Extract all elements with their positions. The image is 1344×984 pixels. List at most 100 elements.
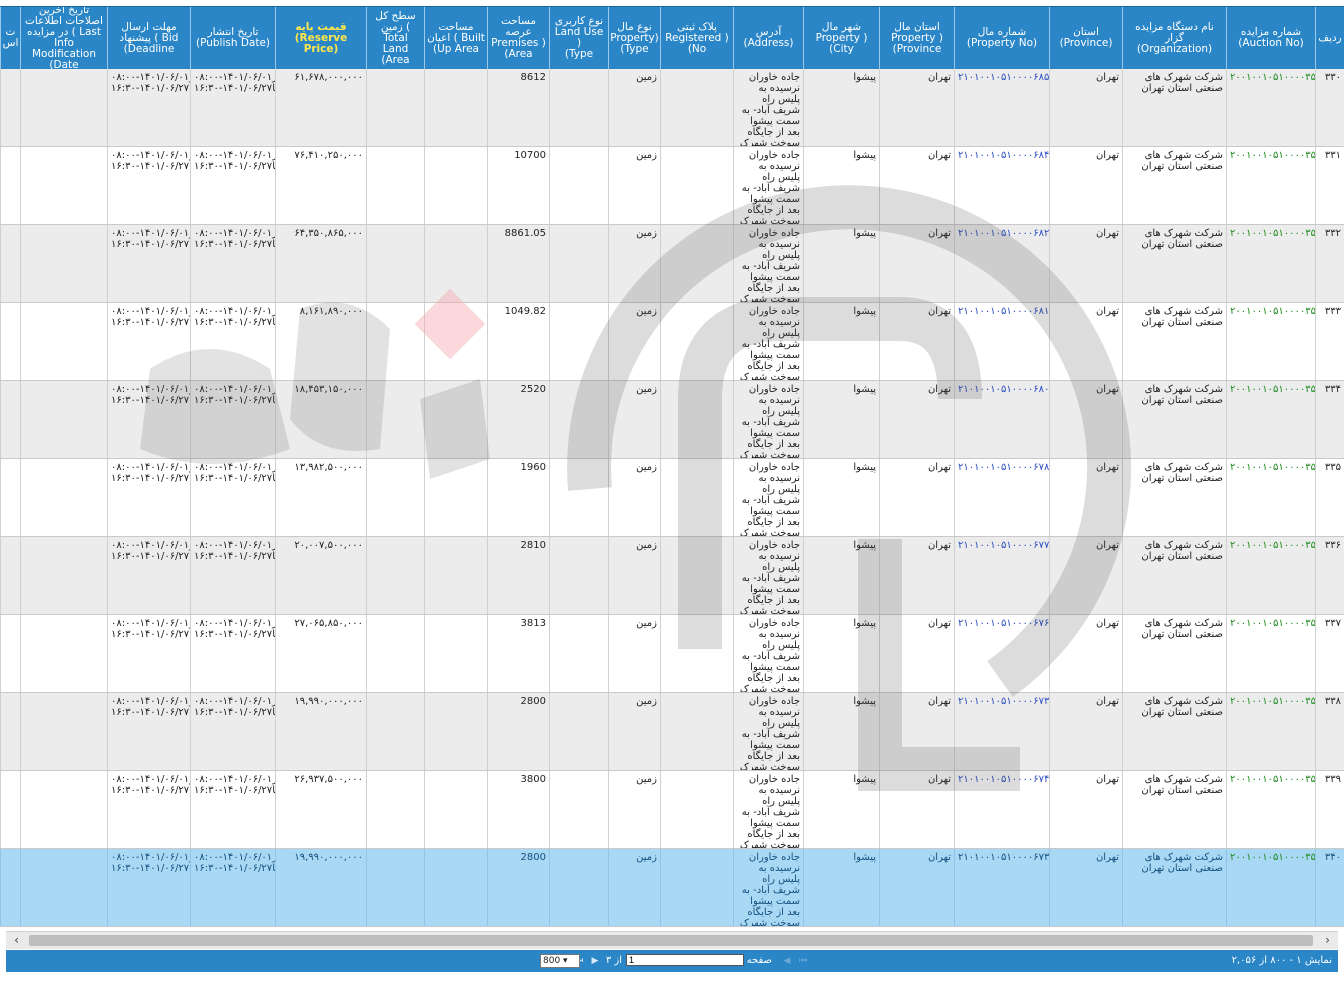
- column-header-row[interactable]: ردیف: [1315, 7, 1344, 69]
- first-page-icon[interactable]: ⏮: [796, 950, 810, 972]
- table-row[interactable]: ۳۳۱ ۲۰۰۱۰۰۱۰۵۱۰۰۰۰۳۵ شرکت شهرک های صنعتی ا…: [0, 147, 1344, 225]
- cell-property-city: پیشوا: [803, 615, 879, 692]
- page-size-value: 800: [543, 956, 561, 966]
- cell-last-modification: [20, 69, 107, 146]
- page-size-select[interactable]: 800 ▾: [540, 954, 580, 968]
- table-row[interactable]: ۳۳۸ ۲۰۰۱۰۰۱۰۵۱۰۰۰۰۳۵ شرکت شهرک های صنعتی ا…: [0, 693, 1344, 771]
- next-page-icon[interactable]: ▶: [588, 950, 602, 972]
- column-header-bid-deadline[interactable]: مهلت ارسال پیشنهاد ( Bid (Deadline: [107, 7, 190, 69]
- cell-property-no: ۲۱۰۱۰۰۱۰۵۱۰۰۰۰۶۸۵: [954, 69, 1049, 146]
- table-row[interactable]: ۳۳۰ ۲۰۰۱۰۰۱۰۵۱۰۰۰۰۳۵ شرکت شهرک های صنعتی ا…: [0, 69, 1344, 147]
- cell-last-modification: [20, 303, 107, 380]
- cell-reserve-price: ۱۳,۹۸۲,۵۰۰,۰۰۰: [275, 459, 366, 536]
- cell-built-up-area: [424, 771, 487, 848]
- cell-extra: [0, 225, 20, 302]
- cell-publish-date: از۱۴۰۱/۰۶/۰۱-۰۸:۰۰ تا۱۴۰۱/۰۶/۲۷-۱۶:۳۰: [190, 615, 275, 692]
- cell-built-up-area: [424, 849, 487, 926]
- cell-built-up-area: [424, 381, 487, 458]
- cell-registered-no: [660, 537, 733, 614]
- table-row[interactable]: ۳۳۳ ۲۰۰۱۰۰۱۰۵۱۰۰۰۰۳۵ شرکت شهرک های صنعتی ا…: [0, 303, 1344, 381]
- column-header-built-up-area[interactable]: مساحت اعیان ( Built (Up Area: [424, 7, 487, 69]
- table-row[interactable]: ۳۳۹ ۲۰۰۱۰۰۱۰۵۱۰۰۰۰۳۵ شرکت شهرک های صنعتی ا…: [0, 771, 1344, 849]
- cell-address: جاده خاوران نرسیده به پلیس راه شریف آباد…: [733, 303, 803, 380]
- column-header-property-city[interactable]: شهر مال Property ) (City: [803, 7, 879, 69]
- cell-property-no: ۲۱۰۱۰۰۱۰۵۱۰۰۰۰۶۷۳: [954, 693, 1049, 770]
- cell-property-city: پیشوا: [803, 849, 879, 926]
- cell-reserve-price: ۶۱,۶۷۸,۰۰۰,۰۰۰: [275, 69, 366, 146]
- cell-built-up-area: [424, 459, 487, 536]
- cell-organization: شرکت شهرک های صنعتی استان تهران: [1122, 147, 1226, 224]
- column-header-land-use-type[interactable]: نوع کاربری Land Use ) (Type: [549, 7, 608, 69]
- prev-page-icon[interactable]: ◀: [780, 950, 794, 972]
- column-header-property-province[interactable]: استان مال Property ) (Province: [879, 7, 954, 69]
- cell-bid-deadline: از۱۴۰۱/۰۶/۰۱-۰۸:۰۰ تا۱۴۰۱/۰۶/۲۷-۱۶:۳۰: [107, 771, 190, 848]
- column-header-auction-no[interactable]: شماره مزایده (Auction No): [1226, 7, 1315, 69]
- cell-row: ۳۳۱: [1315, 147, 1344, 224]
- table-row[interactable]: ۳۳۶ ۲۰۰۱۰۰۱۰۵۱۰۰۰۰۳۵ شرکت شهرک های صنعتی ا…: [0, 537, 1344, 615]
- cell-property-no: ۲۱۰۱۰۰۱۰۵۱۰۰۰۰۶۷۶: [954, 615, 1049, 692]
- scroll-thumb[interactable]: [29, 935, 1313, 946]
- column-header-registered-no[interactable]: پلاک ثبتی Registered ) (No: [660, 7, 733, 69]
- cell-property-type: زمین: [608, 771, 660, 848]
- page-number-input[interactable]: [626, 954, 744, 966]
- grid-header: ردیف شماره مزایده (Auction No) نام دستگاه …: [0, 6, 1344, 70]
- cell-organization: شرکت شهرک های صنعتی استان تهران: [1122, 771, 1226, 848]
- cell-last-modification: [20, 849, 107, 926]
- cell-property-city: پیشوا: [803, 225, 879, 302]
- cell-auction-no: ۲۰۰۱۰۰۱۰۵۱۰۰۰۰۳۵: [1226, 771, 1315, 848]
- cell-built-up-area: [424, 69, 487, 146]
- cell-registered-no: [660, 771, 733, 848]
- cell-province: تهران: [1049, 381, 1122, 458]
- grid-body[interactable]: ۳۳۰ ۲۰۰۱۰۰۱۰۵۱۰۰۰۰۳۵ شرکت شهرک های صنعتی ا…: [0, 69, 1344, 930]
- cell-property-type: زمین: [608, 537, 660, 614]
- cell-land-use-type: [549, 771, 608, 848]
- horizontal-scrollbar[interactable]: ‹ ›: [6, 931, 1338, 949]
- scroll-right-icon[interactable]: ›: [1319, 932, 1336, 949]
- cell-organization: شرکت شهرک های صنعتی استان تهران: [1122, 303, 1226, 380]
- scroll-left-icon[interactable]: ‹: [8, 932, 25, 949]
- column-header-publish-date[interactable]: تاریخ انتشار (Publish Date): [190, 7, 275, 69]
- column-header-province[interactable]: استان (Province): [1049, 7, 1122, 69]
- cell-row: ۳۳۳: [1315, 303, 1344, 380]
- cell-property-no: ۲۱۰۱۰۰۱۰۵۱۰۰۰۰۶۷۳: [954, 849, 1049, 926]
- cell-address: جاده خاوران نرسیده به پلیس راه شریف آباد…: [733, 615, 803, 692]
- cell-property-type: زمین: [608, 225, 660, 302]
- cell-property-type: زمین: [608, 849, 660, 926]
- cell-bid-deadline: از۱۴۰۱/۰۶/۰۱-۰۸:۰۰ تا۱۴۰۱/۰۶/۲۷-۱۶:۳۰: [107, 693, 190, 770]
- cell-built-up-area: [424, 693, 487, 770]
- column-header-organization[interactable]: نام دستگاه مزایده گزار (Organization): [1122, 7, 1226, 69]
- column-header-address[interactable]: آدرس (Address): [733, 7, 803, 69]
- column-header-premises-area[interactable]: مساحت عرصه Premises ) (Area: [487, 7, 549, 69]
- cell-property-province: تهران: [879, 459, 954, 536]
- column-header-last-modification[interactable]: تاریخ آخرین اصلاحات اطلاعات در مزایده ( …: [20, 7, 107, 69]
- cell-registered-no: [660, 693, 733, 770]
- cell-row: ۳۳۴: [1315, 381, 1344, 458]
- column-header-total-land-area[interactable]: سطح کل زمین ( Total Land (Area: [366, 7, 424, 69]
- cell-publish-date: از۱۴۰۱/۰۶/۰۱-۰۸:۰۰ تا۱۴۰۱/۰۶/۲۷-۱۶:۳۰: [190, 303, 275, 380]
- cell-total-land-area: [366, 615, 424, 692]
- cell-property-province: تهران: [879, 147, 954, 224]
- cell-total-land-area: [366, 303, 424, 380]
- cell-extra: [0, 147, 20, 224]
- cell-row: ۳۳۶: [1315, 537, 1344, 614]
- table-row[interactable]: ۳۴۰ ۲۰۰۱۰۰۱۰۵۱۰۰۰۰۳۵ شرکت شهرک های صنعتی ا…: [0, 849, 1344, 927]
- cell-total-land-area: [366, 225, 424, 302]
- cell-last-modification: [20, 693, 107, 770]
- table-row[interactable]: ۳۳۷ ۲۰۰۱۰۰۱۰۵۱۰۰۰۰۳۵ شرکت شهرک های صنعتی ا…: [0, 615, 1344, 693]
- cell-property-province: تهران: [879, 849, 954, 926]
- cell-premises-area: 3800: [487, 771, 549, 848]
- table-row[interactable]: ۳۳۲ ۲۰۰۱۰۰۱۰۵۱۰۰۰۰۳۵ شرکت شهرک های صنعتی ا…: [0, 225, 1344, 303]
- cell-total-land-area: [366, 381, 424, 458]
- table-row[interactable]: ۳۳۵ ۲۰۰۱۰۰۱۰۵۱۰۰۰۰۳۵ شرکت شهرک های صنعتی ا…: [0, 459, 1344, 537]
- cell-address: جاده خاوران نرسیده به پلیس راه شریف آباد…: [733, 849, 803, 926]
- column-header-reserve-price[interactable]: قیمت پایه (Reserve Price): [275, 7, 366, 69]
- column-header-extra[interactable]: ت اس: [0, 7, 20, 69]
- cell-bid-deadline: از۱۴۰۱/۰۶/۰۱-۰۸:۰۰ تا۱۴۰۱/۰۶/۲۷-۱۶:۳۰: [107, 147, 190, 224]
- column-header-property-type[interactable]: نوع مال Property) (Type: [608, 7, 660, 69]
- cell-land-use-type: [549, 849, 608, 926]
- cell-property-city: پیشوا: [803, 537, 879, 614]
- cell-land-use-type: [549, 381, 608, 458]
- table-row[interactable]: ۳۳۴ ۲۰۰۱۰۰۱۰۵۱۰۰۰۰۳۵ شرکت شهرک های صنعتی ا…: [0, 381, 1344, 459]
- column-header-property-no[interactable]: شماره مال (Property No): [954, 7, 1049, 69]
- cell-registered-no: [660, 459, 733, 536]
